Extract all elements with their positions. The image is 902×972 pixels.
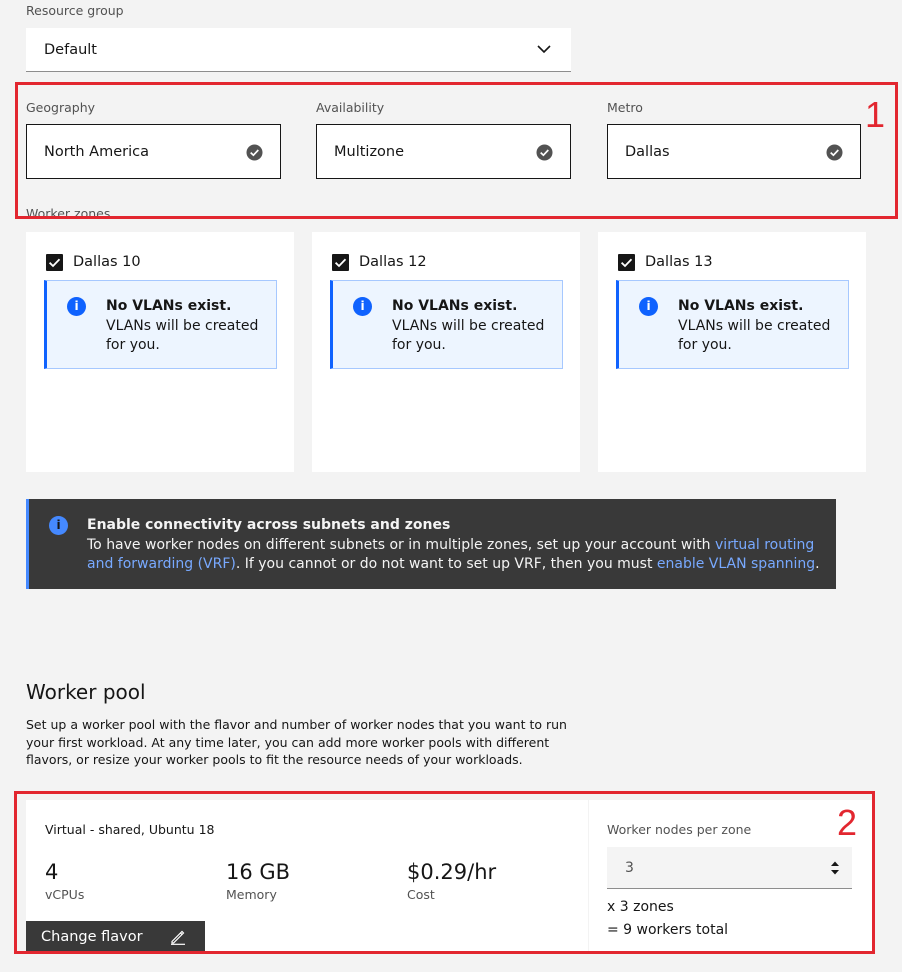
checkbox-checked-icon[interactable] <box>618 254 635 271</box>
checkbox-checked-icon[interactable] <box>332 254 349 271</box>
vlan-note-title: No VLANs exist. <box>678 298 804 314</box>
zone-name: Dallas 10 <box>73 254 141 270</box>
vlan-spanning-link[interactable]: enable VLAN spanning <box>657 556 815 572</box>
zone-name: Dallas 13 <box>645 254 713 270</box>
banner-text-2: . If you cannot or do not want to set up… <box>235 556 657 572</box>
zone-card-dallas-12: Dallas 12 i No VLANs exist. VLANs will b… <box>312 232 580 472</box>
zone-card-dallas-10: Dallas 10 i No VLANs exist. VLANs will b… <box>26 232 294 472</box>
vlan-note-title: No VLANs exist. <box>106 298 232 314</box>
annotation-box-2 <box>14 791 875 954</box>
vlan-notification: i No VLANs exist. VLANs will be created … <box>330 280 563 369</box>
banner-title: Enable connectivity across subnets and z… <box>87 517 451 533</box>
resource-group-label: Resource group <box>26 3 124 18</box>
vlan-note-body: VLANs will be created for you. <box>678 318 831 353</box>
banner-text-3: . <box>815 556 820 572</box>
vlan-note-title: No VLANs exist. <box>392 298 518 314</box>
vlan-note-body: VLANs will be created for you. <box>392 318 545 353</box>
worker-pool-heading: Worker pool <box>26 680 146 704</box>
info-icon: i <box>353 297 372 316</box>
info-icon: i <box>67 297 86 316</box>
banner-body: To have worker nodes on different subnet… <box>87 536 832 574</box>
zone-name: Dallas 12 <box>359 254 427 270</box>
zone-card-dallas-13: Dallas 13 i No VLANs exist. VLANs will b… <box>598 232 866 472</box>
chevron-down-icon <box>537 45 551 54</box>
info-icon: i <box>49 516 68 535</box>
checkbox-checked-icon[interactable] <box>46 254 63 271</box>
annotation-number-1: 1 <box>865 94 886 135</box>
worker-pool-description: Set up a worker pool with the flavor and… <box>26 717 567 767</box>
info-icon: i <box>639 297 658 316</box>
annotation-box-1 <box>15 82 898 219</box>
vlan-notification: i No VLANs exist. VLANs will be created … <box>616 280 849 369</box>
banner-text-1: To have worker nodes on different subnet… <box>87 537 716 553</box>
vlan-note-body: VLANs will be created for you. <box>106 318 259 353</box>
resource-group-value: Default <box>44 41 97 58</box>
connectivity-notification: i Enable connectivity across subnets and… <box>26 499 836 589</box>
resource-group-select[interactable]: Default <box>26 28 571 72</box>
vlan-notification: i No VLANs exist. VLANs will be created … <box>44 280 277 369</box>
annotation-number-2: 2 <box>837 802 858 843</box>
